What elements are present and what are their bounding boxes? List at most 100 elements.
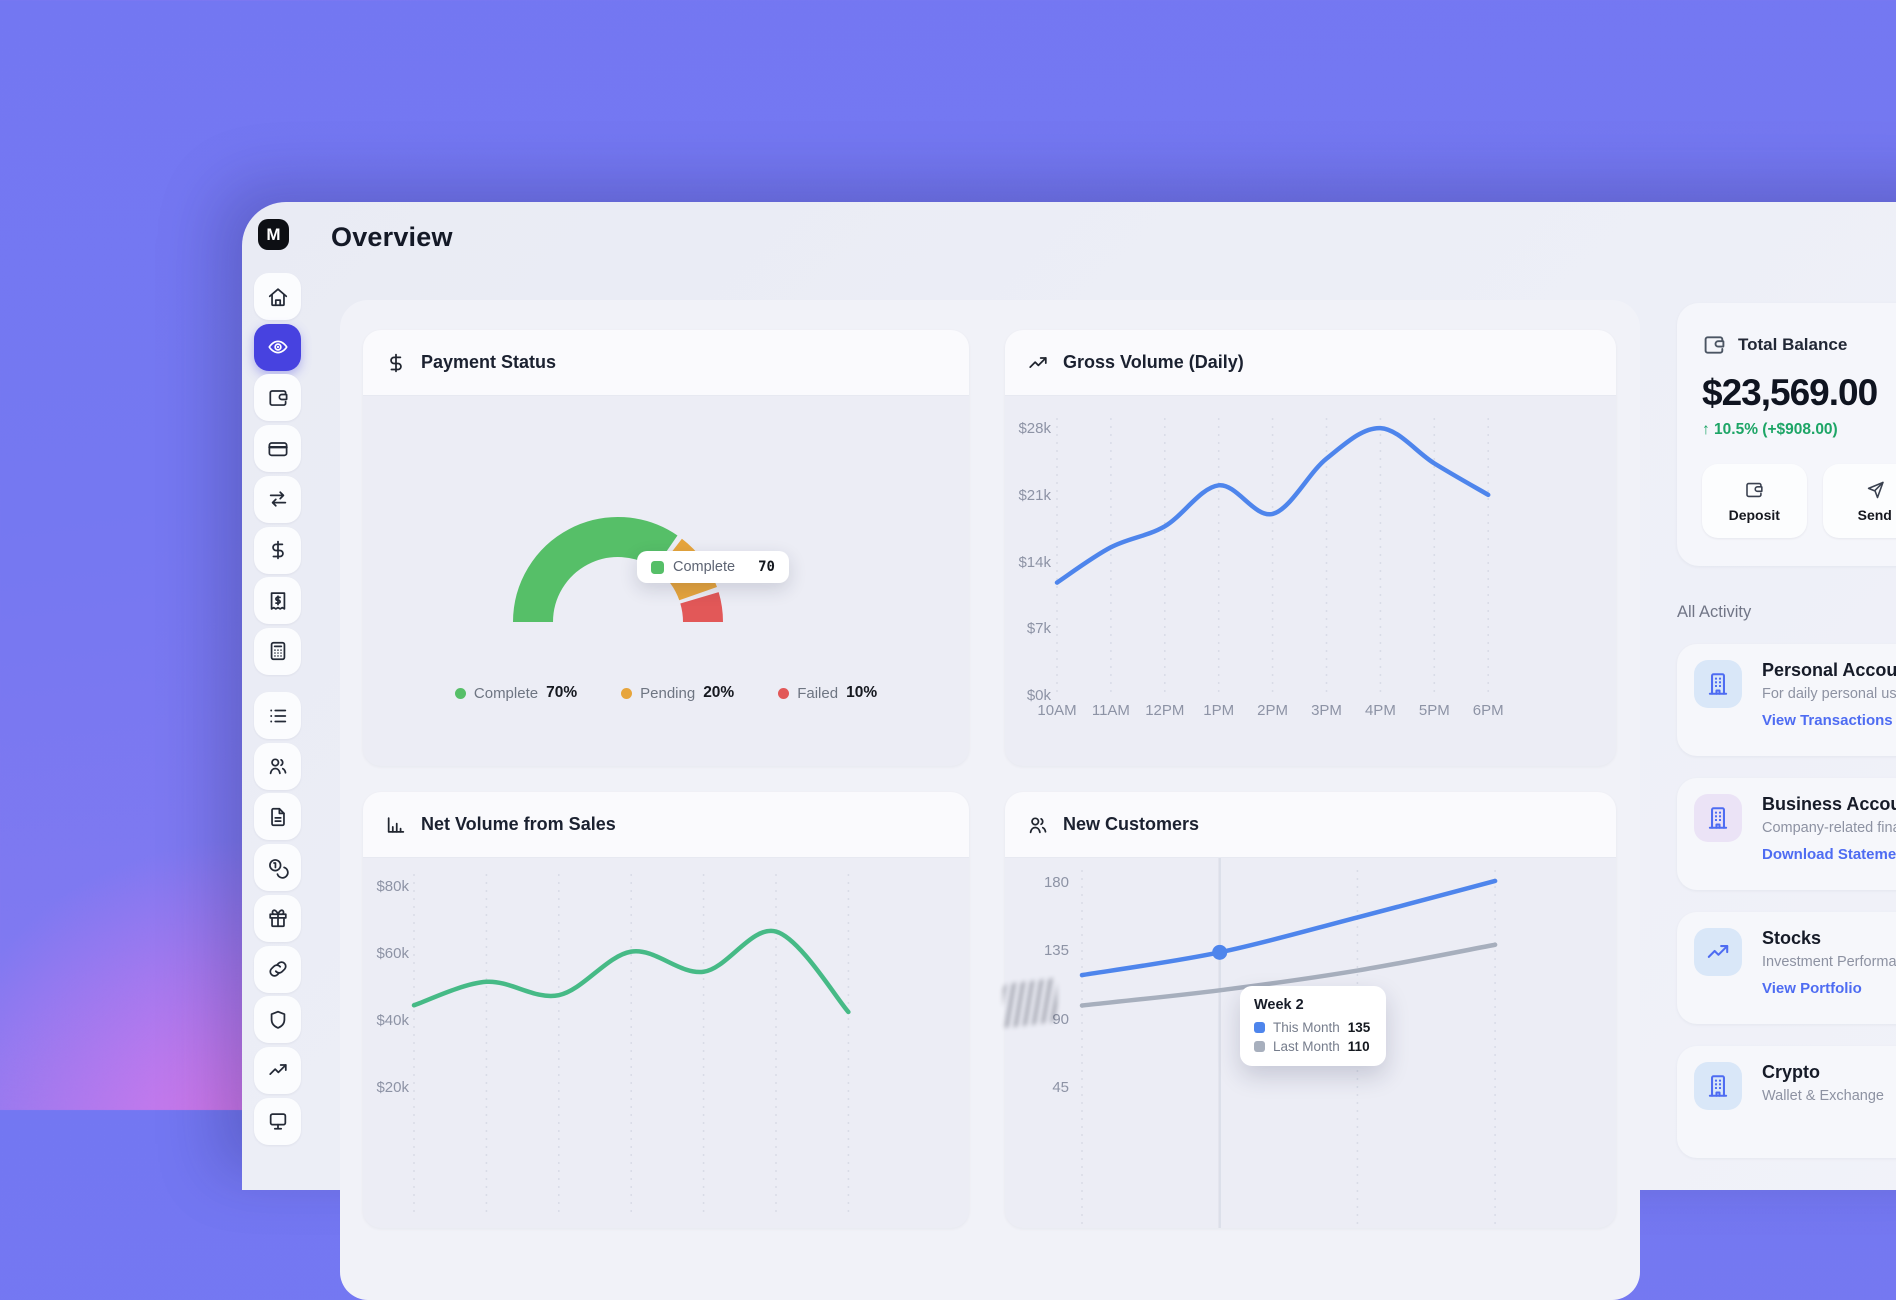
transfer-icon [267, 488, 289, 510]
new-customers-card: New Customers 1801359045 Week 2 This Mon… [1005, 792, 1616, 1228]
receipt-icon [267, 590, 289, 612]
activity-personal-account[interactable]: Personal Account For daily personal use … [1677, 644, 1896, 756]
trend-up-icon [1027, 352, 1049, 374]
sidebar-item-gift[interactable] [254, 895, 301, 942]
tooltip-value: 70 [758, 559, 775, 575]
sidebar-item-trend[interactable] [254, 1047, 301, 1094]
x-tick-label: 10AM [1037, 702, 1076, 719]
dollar-icon [385, 352, 407, 374]
sidebar-item-home[interactable] [254, 273, 301, 320]
activity-stocks[interactable]: Stocks Investment Performance View Portf… [1677, 912, 1896, 1024]
legend-dot [778, 688, 789, 699]
card-title: Net Volume from Sales [421, 814, 616, 835]
net_volume-svg [363, 858, 969, 1228]
sidebar-item-list[interactable] [254, 692, 301, 739]
x-tick-label: 5PM [1419, 702, 1450, 719]
document-icon [267, 806, 289, 828]
tooltip-value: 110 [1348, 1039, 1370, 1054]
total-balance-label: Total Balance [1738, 335, 1847, 355]
card-title: Payment Status [421, 352, 556, 373]
deposit-button-label: Deposit [1729, 507, 1780, 523]
week-tooltip: Week 2 This Month 135 Last Month 110 [1240, 986, 1386, 1066]
activity-body: Personal Account For daily personal use … [1762, 659, 1896, 731]
app-logo[interactable]: M [258, 219, 289, 250]
tooltip-value: 135 [1348, 1020, 1371, 1035]
activity-title: Personal Account [1762, 659, 1896, 681]
link-icon [267, 958, 289, 980]
total-balance-header: Total Balance [1702, 333, 1896, 357]
sidebar-item-monitor[interactable] [254, 1098, 301, 1145]
trend-icon [267, 1059, 289, 1081]
total-balance-amount: $23,569.00 [1702, 372, 1896, 414]
tooltip-label: Complete [673, 559, 735, 575]
y-tick-label: $7k [1005, 620, 1051, 637]
legend-label: Complete [474, 685, 538, 702]
y-tick-label: 45 [1005, 1079, 1069, 1096]
x-tick-label: 3PM [1311, 702, 1342, 719]
x-tick-label: 1PM [1203, 702, 1234, 719]
all-activity-label: All Activity [1677, 603, 1896, 622]
activity-subtitle: Investment Performance [1762, 952, 1896, 972]
activity-crypto[interactable]: Crypto Wallet & Exchange [1677, 1046, 1896, 1158]
sidebar-item-card[interactable] [254, 425, 301, 472]
legend-label: Pending [640, 685, 695, 702]
dollar-icon [267, 539, 289, 561]
activity-business-account[interactable]: Business Account Company-related finance… [1677, 778, 1896, 890]
card-header: Net Volume from Sales [363, 792, 969, 858]
sidebar-item-eye[interactable] [254, 324, 301, 371]
eye-icon [267, 336, 289, 358]
view-portfolio-link[interactable]: View Portfolio [1762, 979, 1896, 999]
deposit-button[interactable]: Deposit [1702, 464, 1807, 538]
sidebar-item-receipt[interactable] [254, 577, 301, 624]
tooltip-row-last-month: Last Month 110 [1254, 1039, 1372, 1054]
bar-chart-icon [385, 814, 407, 836]
sidebar-item-document[interactable] [254, 793, 301, 840]
net-volume-plot: $80k$60k$40k$20k [363, 858, 969, 1228]
sidebar-item-coins[interactable] [254, 844, 301, 891]
balance-actions: Deposit Send [1702, 464, 1896, 538]
sidebar-item-calculator[interactable] [254, 628, 301, 675]
sidebar-item-shield[interactable] [254, 996, 301, 1043]
gross-volume-card: Gross Volume (Daily) $28k$21k$14k$7k$0k1… [1005, 330, 1616, 766]
card-header: Payment Status [363, 330, 969, 396]
tooltip-label: Last Month [1273, 1039, 1340, 1054]
wallet-icon [1744, 480, 1764, 500]
total-balance-change: ↑ 10.5% (+$908.00) [1702, 421, 1896, 439]
activity-title: Crypto [1762, 1061, 1884, 1083]
legend-item-pending: Pending 20% [621, 684, 734, 702]
app-logo-letter: M [266, 225, 280, 245]
send-button[interactable]: Send [1823, 464, 1896, 538]
activity-title: Stocks [1762, 927, 1896, 949]
gift-icon [267, 907, 289, 929]
y-tick-label: $80k [363, 878, 409, 895]
building-icon [1694, 794, 1742, 842]
legend-value: 70% [546, 684, 577, 702]
x-tick-label: 4PM [1365, 702, 1396, 719]
tooltip-swatch [1254, 1022, 1265, 1033]
sidebar-item-link[interactable] [254, 946, 301, 993]
activity-subtitle: Wallet & Exchange [1762, 1086, 1884, 1106]
wallet-icon [1702, 333, 1726, 357]
y-tick-label: $28k [1005, 420, 1051, 437]
x-tick-label: 12PM [1145, 702, 1184, 719]
sidebar-item-dollar[interactable] [254, 527, 301, 574]
y-tick-label: 180 [1005, 874, 1069, 891]
view-transactions-link[interactable]: View Transactions [1762, 711, 1896, 731]
charts-container: Payment Status Complete 70 Complete 70% … [340, 300, 1640, 1300]
tooltip-row-this-month: This Month 135 [1254, 1020, 1372, 1035]
x-tick-label: 6PM [1473, 702, 1504, 719]
sidebar-item-transfer[interactable] [254, 476, 301, 523]
total-balance-card: Total Balance $23,569.00 ↑ 10.5% (+$908.… [1677, 303, 1896, 566]
y-tick-label: $14k [1005, 554, 1051, 571]
activity-body: Crypto Wallet & Exchange [1762, 1061, 1884, 1113]
users-icon [1027, 814, 1049, 836]
payment-legend: Complete 70% Pending 20% Failed 10% [363, 684, 969, 702]
tooltip-swatch [1254, 1041, 1265, 1052]
building-icon [1694, 1062, 1742, 1110]
download-statement-link[interactable]: Download Statement [1762, 845, 1896, 865]
sidebar-item-users[interactable] [254, 743, 301, 790]
y-tick-label: 135 [1005, 942, 1069, 959]
tooltip-title: Week 2 [1254, 997, 1372, 1013]
sidebar-item-wallet[interactable] [254, 374, 301, 421]
tooltip-swatch [651, 561, 664, 574]
